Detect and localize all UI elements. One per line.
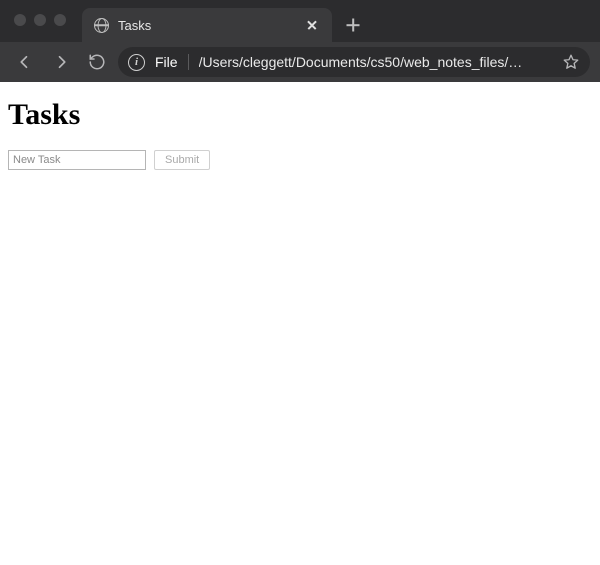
tab-title: Tasks [118,18,295,33]
url-path: /Users/cleggett/Documents/cs50/web_notes… [199,54,546,70]
url-scheme: File [155,54,178,70]
reload-button[interactable] [82,47,112,77]
address-separator [188,54,189,70]
tab-strip: Tasks [0,0,600,42]
window-minimize-dot[interactable] [34,14,46,26]
page-content: Tasks Submit [0,82,600,186]
globe-icon [94,18,109,33]
back-button[interactable] [10,47,40,77]
new-tab-button[interactable] [340,12,366,38]
window-close-dot[interactable] [14,14,26,26]
new-task-input[interactable] [8,150,146,170]
address-bar[interactable]: File /Users/cleggett/Documents/cs50/web_… [118,47,590,77]
browser-tab[interactable]: Tasks [82,8,332,42]
site-info-icon[interactable] [128,54,145,71]
close-icon[interactable] [304,17,320,33]
toolbar: File /Users/cleggett/Documents/cs50/web_… [0,42,600,82]
bookmark-star-icon[interactable] [556,47,586,77]
browser-chrome: Tasks File /Users/cleggett/Documents/cs5… [0,0,600,82]
forward-button[interactable] [46,47,76,77]
window-traffic-lights[interactable] [14,14,66,26]
submit-button[interactable]: Submit [154,150,210,170]
page-title: Tasks [8,98,592,132]
window-zoom-dot[interactable] [54,14,66,26]
task-form: Submit [8,150,592,170]
